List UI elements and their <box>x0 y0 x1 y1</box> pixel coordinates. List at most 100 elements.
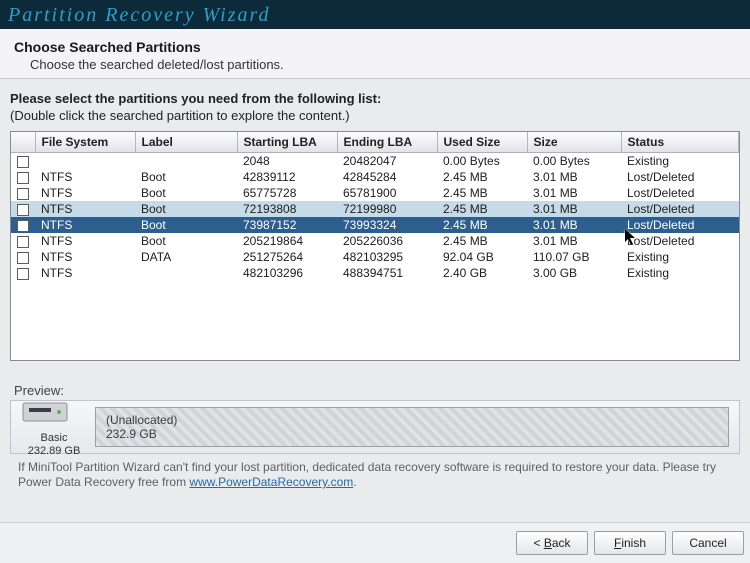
cell-starting-lba: 251275264 <box>237 249 337 265</box>
cell-checkbox[interactable] <box>11 233 35 249</box>
col-used-size[interactable]: Used Size <box>437 132 527 153</box>
segment-label: (Unallocated) <box>106 413 177 427</box>
finish-button[interactable]: Finish <box>594 531 666 555</box>
cell-ending-lba: 488394751 <box>337 265 437 281</box>
header-subtitle: Choose the searched deleted/lost partiti… <box>30 57 736 72</box>
table-row[interactable]: 2048204820470.00 Bytes0.00 BytesExisting <box>11 153 739 170</box>
cell-label <box>135 265 237 281</box>
cell-checkbox[interactable] <box>11 185 35 201</box>
segment-unallocated: (Unallocated) 232.9 GB <box>106 413 177 441</box>
cell-filesystem: NTFS <box>35 265 135 281</box>
cell-size: 3.01 MB <box>527 169 621 185</box>
cell-starting-lba: 65775728 <box>237 185 337 201</box>
preview-panel: Basic 232.89 GB (Unallocated) 232.9 GB <box>10 400 740 454</box>
cell-status: Existing <box>621 153 739 170</box>
cell-label: DATA <box>135 249 237 265</box>
header-title: Choose Searched Partitions <box>14 39 736 55</box>
row-checkbox[interactable] <box>17 236 29 248</box>
col-ending-lba[interactable]: Ending LBA <box>337 132 437 153</box>
instruction-line2: (Double click the searched partition to … <box>10 108 740 123</box>
table-header[interactable]: File System Label Starting LBA Ending LB… <box>11 132 739 153</box>
cell-ending-lba: 72199980 <box>337 201 437 217</box>
row-checkbox[interactable] <box>17 204 29 216</box>
cell-used-size: 2.45 MB <box>437 185 527 201</box>
cell-used-size: 2.40 GB <box>437 265 527 281</box>
cell-label <box>135 153 237 170</box>
disk-icon: Basic 232.89 GB <box>21 397 87 458</box>
cell-status: Lost/Deleted <box>621 217 739 233</box>
row-checkbox[interactable] <box>17 252 29 264</box>
back-button[interactable]: < Back <box>516 531 588 555</box>
cell-used-size: 2.45 MB <box>437 201 527 217</box>
cell-ending-lba: 482103295 <box>337 249 437 265</box>
cell-status: Existing <box>621 265 739 281</box>
cell-size: 3.00 GB <box>527 265 621 281</box>
cell-status: Lost/Deleted <box>621 169 739 185</box>
cell-label: Boot <box>135 217 237 233</box>
cell-used-size: 0.00 Bytes <box>437 153 527 170</box>
partition-table[interactable]: File System Label Starting LBA Ending LB… <box>10 131 740 361</box>
table-row[interactable]: NTFSBoot65775728657819002.45 MB3.01 MBLo… <box>11 185 739 201</box>
col-filesystem[interactable]: File System <box>35 132 135 153</box>
cell-checkbox[interactable] <box>11 153 35 170</box>
cell-starting-lba: 42839112 <box>237 169 337 185</box>
cell-size: 3.01 MB <box>527 233 621 249</box>
cell-size: 0.00 Bytes <box>527 153 621 170</box>
col-size[interactable]: Size <box>527 132 621 153</box>
cell-filesystem <box>35 153 135 170</box>
row-checkbox[interactable] <box>17 156 29 168</box>
cell-checkbox[interactable] <box>11 265 35 281</box>
cell-checkbox[interactable] <box>11 169 35 185</box>
cell-filesystem: NTFS <box>35 201 135 217</box>
row-checkbox[interactable] <box>17 188 29 200</box>
cell-status: Lost/Deleted <box>621 185 739 201</box>
window-title: Partition Recovery Wizard <box>0 0 750 29</box>
col-label[interactable]: Label <box>135 132 237 153</box>
table-body: 2048204820470.00 Bytes0.00 BytesExisting… <box>11 153 739 282</box>
col-checkbox[interactable] <box>11 132 35 153</box>
cell-status: Lost/Deleted <box>621 201 739 217</box>
cell-label: Boot <box>135 201 237 217</box>
cell-used-size: 2.45 MB <box>437 169 527 185</box>
col-status[interactable]: Status <box>621 132 739 153</box>
cancel-button[interactable]: Cancel <box>672 531 744 555</box>
cell-filesystem: NTFS <box>35 169 135 185</box>
cell-size: 3.01 MB <box>527 217 621 233</box>
cell-checkbox[interactable] <box>11 249 35 265</box>
cell-checkbox[interactable] <box>11 201 35 217</box>
cell-label: Boot <box>135 185 237 201</box>
table-row[interactable]: NTFSDATA25127526448210329592.04 GB110.07… <box>11 249 739 265</box>
cell-starting-lba: 2048 <box>237 153 337 170</box>
preview-label: Preview: <box>14 383 740 398</box>
segment-size: 232.9 GB <box>106 427 177 441</box>
cell-filesystem: NTFS <box>35 217 135 233</box>
row-checkbox[interactable] <box>17 220 29 232</box>
cell-status: Lost/Deleted <box>621 233 739 249</box>
table-row[interactable]: NTFSBoot72193808721999802.45 MB3.01 MBLo… <box>11 201 739 217</box>
cell-size: 3.01 MB <box>527 185 621 201</box>
cell-starting-lba: 73987152 <box>237 217 337 233</box>
cell-starting-lba: 205219864 <box>237 233 337 249</box>
cell-used-size: 2.45 MB <box>437 233 527 249</box>
col-starting-lba[interactable]: Starting LBA <box>237 132 337 153</box>
cell-ending-lba: 42845284 <box>337 169 437 185</box>
cell-checkbox[interactable] <box>11 217 35 233</box>
table-row[interactable]: NTFSBoot2052198642052260362.45 MB3.01 MB… <box>11 233 739 249</box>
table-row[interactable]: NTFSBoot73987152739933242.45 MB3.01 MBLo… <box>11 217 739 233</box>
cell-filesystem: NTFS <box>35 233 135 249</box>
cell-label: Boot <box>135 233 237 249</box>
cell-ending-lba: 73993324 <box>337 217 437 233</box>
cell-ending-lba: 20482047 <box>337 153 437 170</box>
cell-filesystem: NTFS <box>35 249 135 265</box>
disk-type: Basic <box>21 432 87 445</box>
table-row[interactable]: NTFS4821032964883947512.40 GB3.00 GBExis… <box>11 265 739 281</box>
cell-filesystem: NTFS <box>35 185 135 201</box>
cell-starting-lba: 72193808 <box>237 201 337 217</box>
wizard-footer: < Back Finish Cancel <box>0 522 750 563</box>
cell-used-size: 2.45 MB <box>437 217 527 233</box>
disk-layout-bar[interactable]: (Unallocated) 232.9 GB <box>95 407 729 447</box>
row-checkbox[interactable] <box>17 268 29 280</box>
row-checkbox[interactable] <box>17 172 29 184</box>
power-data-recovery-link[interactable]: www.PowerDataRecovery.com <box>189 475 353 489</box>
table-row[interactable]: NTFSBoot42839112428452842.45 MB3.01 MBLo… <box>11 169 739 185</box>
